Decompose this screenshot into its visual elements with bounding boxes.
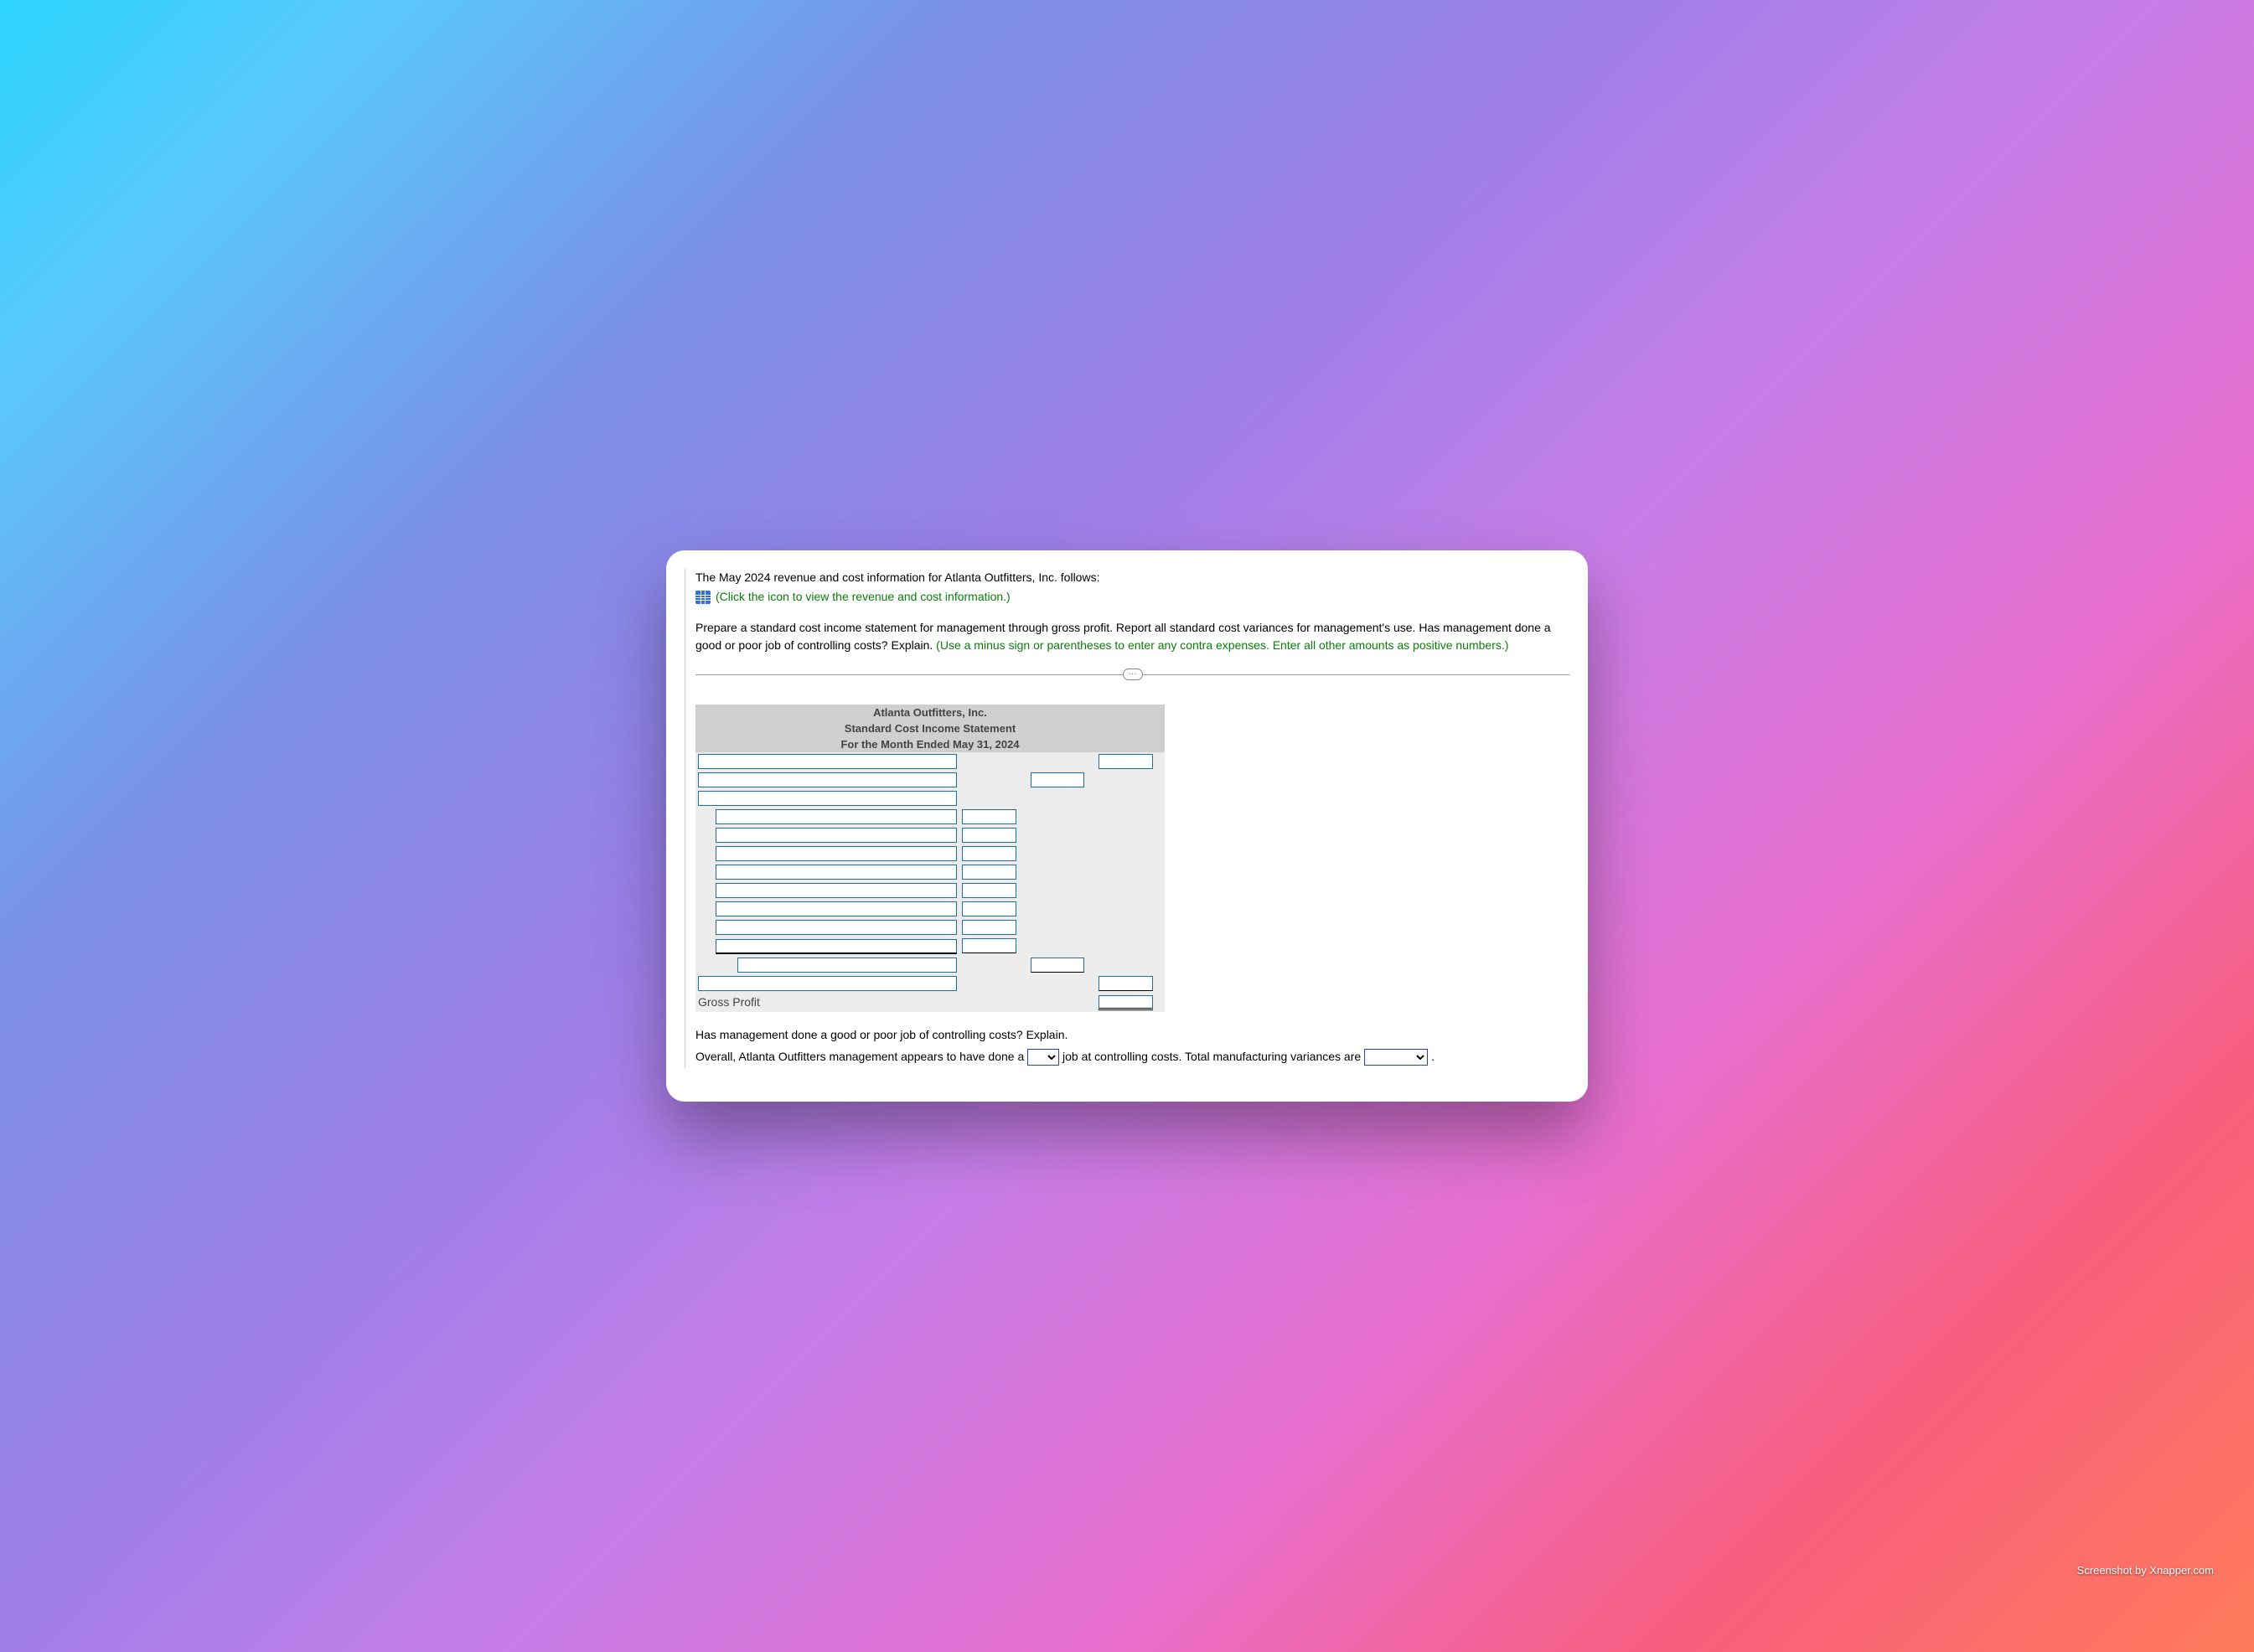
gross-profit-label: Gross Profit [695,993,959,1012]
var1-amt[interactable] [962,809,1016,824]
watermark: Screenshot by Xnapper.com [2077,1564,2214,1577]
icon-hint-text: (Click the icon to view the revenue and … [716,588,1011,606]
subtotal-amt2[interactable] [1031,958,1085,973]
var3-label[interactable] [716,846,957,861]
cogs-actual-amt3[interactable] [1099,976,1153,991]
var6-amt[interactable] [962,901,1016,916]
var4-label[interactable] [716,865,957,880]
row1-label[interactable] [698,754,957,769]
subtotal-label[interactable] [737,958,957,973]
sentence-1a: Overall, Atlanta Outfitters management a… [695,1050,1027,1063]
var5-amt[interactable] [962,883,1016,898]
var8-amt[interactable] [962,938,1016,953]
job-quality-select[interactable] [1027,1049,1059,1066]
intro-text: The May 2024 revenue and cost informatio… [695,569,1569,606]
var7-label[interactable] [716,920,957,935]
section-divider: ··· [695,669,1569,679]
row2-label[interactable] [698,772,957,787]
task-hint: (Use a minus sign or parentheses to ente… [936,638,1508,652]
task-text: Prepare a standard cost income statement… [695,619,1569,654]
row1-amt3[interactable] [1099,754,1153,769]
stmt-period: For the Month Ended May 31, 2024 [695,736,1165,752]
variance-direction-select[interactable] [1364,1049,1428,1066]
intro-line-1: The May 2024 revenue and cost informatio… [695,570,1099,584]
var3-amt[interactable] [962,846,1016,861]
stmt-company: Atlanta Outfitters, Inc. [695,705,1165,720]
income-statement: Atlanta Outfitters, Inc. Standard Cost I… [695,705,1165,1012]
var5-label[interactable] [716,883,957,898]
var7-amt[interactable] [962,920,1016,935]
sentence-1b: job at controlling costs. Total manufact… [1062,1050,1364,1063]
gross-profit-amt[interactable] [1099,995,1153,1010]
stmt-title: Standard Cost Income Statement [695,720,1165,736]
var6-label[interactable] [716,901,957,916]
followup: Has management done a good or poor job o… [695,1024,1569,1068]
row3-label[interactable] [698,791,957,806]
followup-question: Has management done a good or poor job o… [695,1024,1569,1046]
var2-label[interactable] [716,828,957,843]
question-body: The May 2024 revenue and cost informatio… [685,569,1569,1068]
question-card: The May 2024 revenue and cost informatio… [666,550,1588,1102]
var2-amt[interactable] [962,828,1016,843]
var1-label[interactable] [716,809,957,824]
cogs-actual-label[interactable] [698,976,957,991]
sentence-1c: . [1431,1050,1435,1063]
row2-amt2[interactable] [1031,772,1085,787]
var4-amt[interactable] [962,865,1016,880]
expand-pill[interactable]: ··· [1123,669,1143,680]
var8-label[interactable] [716,939,957,954]
data-table-icon[interactable] [695,591,711,604]
